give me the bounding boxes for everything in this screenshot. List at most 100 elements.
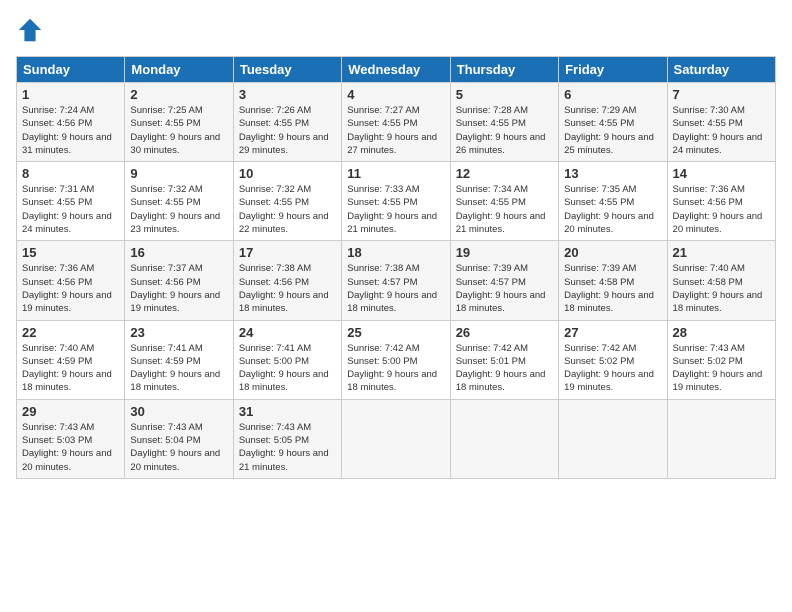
day-number: 6 bbox=[564, 87, 661, 102]
calendar-cell bbox=[667, 399, 775, 478]
calendar-cell: 16 Sunrise: 7:37 AMSunset: 4:56 PMDayligh… bbox=[125, 241, 233, 320]
header-sunday: Sunday bbox=[17, 57, 125, 83]
day-info: Sunrise: 7:28 AMSunset: 4:55 PMDaylight:… bbox=[456, 104, 553, 157]
calendar-cell: 3Sunrise: 7:26 AMSunset: 4:55 PMDaylight… bbox=[233, 83, 341, 162]
day-number: 26 bbox=[456, 325, 553, 340]
calendar-cell: 5Sunrise: 7:28 AMSunset: 4:55 PMDaylight… bbox=[450, 83, 558, 162]
day-info: Sunrise: 7:32 AMSunset: 4:55 PMDaylight:… bbox=[239, 183, 336, 236]
week-row-4: 22 Sunrise: 7:40 AMSunset: 4:59 PMDayligh… bbox=[17, 320, 776, 399]
calendar-cell: 2 Sunrise: 7:25 AMSunset: 4:55 PMDaylight… bbox=[125, 83, 233, 162]
day-info: Sunrise: 7:37 AMSunset: 4:56 PMDaylight:… bbox=[130, 262, 227, 315]
calendar-cell: 30 Sunrise: 7:43 AMSunset: 5:04 PMDayligh… bbox=[125, 399, 233, 478]
day-number: 4 bbox=[347, 87, 444, 102]
calendar-cell: 14 Sunrise: 7:36 AMSunset: 4:56 PMDayligh… bbox=[667, 162, 775, 241]
day-info: Sunrise: 7:42 AMSunset: 5:00 PMDaylight:… bbox=[347, 342, 444, 395]
week-row-5: 29 Sunrise: 7:43 AMSunset: 5:03 PMDayligh… bbox=[17, 399, 776, 478]
calendar-cell: 19Sunrise: 7:39 AMSunset: 4:57 PMDayligh… bbox=[450, 241, 558, 320]
header-tuesday: Tuesday bbox=[233, 57, 341, 83]
day-number: 17 bbox=[239, 245, 336, 260]
day-number: 9 bbox=[130, 166, 227, 181]
calendar-cell: 24 Sunrise: 7:41 AMSunset: 5:00 PMDayligh… bbox=[233, 320, 341, 399]
day-info: Sunrise: 7:43 AMSunset: 5:04 PMDaylight:… bbox=[130, 421, 227, 474]
day-number: 19 bbox=[456, 245, 553, 260]
day-number: 18 bbox=[347, 245, 444, 260]
page-header bbox=[16, 16, 776, 44]
day-info: Sunrise: 7:43 AMSunset: 5:05 PMDaylight:… bbox=[239, 421, 336, 474]
day-info: Sunrise: 7:32 AMSunset: 4:55 PMDaylight:… bbox=[130, 183, 227, 236]
calendar-cell: 25 Sunrise: 7:42 AMSunset: 5:00 PMDayligh… bbox=[342, 320, 450, 399]
day-number: 16 bbox=[130, 245, 227, 260]
day-info: Sunrise: 7:30 AMSunset: 4:55 PMDaylight:… bbox=[673, 104, 770, 157]
header-wednesday: Wednesday bbox=[342, 57, 450, 83]
week-row-2: 8Sunrise: 7:31 AMSunset: 4:55 PMDaylight… bbox=[17, 162, 776, 241]
day-info: Sunrise: 7:38 AMSunset: 4:56 PMDaylight:… bbox=[239, 262, 336, 315]
calendar-cell: 29 Sunrise: 7:43 AMSunset: 5:03 PMDayligh… bbox=[17, 399, 125, 478]
calendar-cell: 21 Sunrise: 7:40 AMSunset: 4:58 PMDayligh… bbox=[667, 241, 775, 320]
calendar-cell: 27 Sunrise: 7:42 AMSunset: 5:02 PMDayligh… bbox=[559, 320, 667, 399]
logo bbox=[16, 16, 48, 44]
day-info: Sunrise: 7:40 AMSunset: 4:59 PMDaylight:… bbox=[22, 342, 119, 395]
day-number: 13 bbox=[564, 166, 661, 181]
calendar-cell bbox=[342, 399, 450, 478]
day-number: 23 bbox=[130, 325, 227, 340]
day-number: 29 bbox=[22, 404, 119, 419]
day-number: 31 bbox=[239, 404, 336, 419]
day-number: 25 bbox=[347, 325, 444, 340]
day-info: Sunrise: 7:40 AMSunset: 4:58 PMDaylight:… bbox=[673, 262, 770, 315]
calendar-cell: 15Sunrise: 7:36 AMSunset: 4:56 PMDayligh… bbox=[17, 241, 125, 320]
calendar-cell: 12 Sunrise: 7:34 AMSunset: 4:55 PMDayligh… bbox=[450, 162, 558, 241]
day-number: 7 bbox=[673, 87, 770, 102]
calendar-cell: 18Sunrise: 7:38 AMSunset: 4:57 PMDayligh… bbox=[342, 241, 450, 320]
calendar-cell: 28 Sunrise: 7:43 AMSunset: 5:02 PMDayligh… bbox=[667, 320, 775, 399]
day-info: Sunrise: 7:39 AMSunset: 4:58 PMDaylight:… bbox=[564, 262, 661, 315]
day-number: 21 bbox=[673, 245, 770, 260]
day-info: Sunrise: 7:29 AMSunset: 4:55 PMDaylight:… bbox=[564, 104, 661, 157]
calendar-cell: 6 Sunrise: 7:29 AMSunset: 4:55 PMDaylight… bbox=[559, 83, 667, 162]
calendar-cell bbox=[559, 399, 667, 478]
calendar-cell: 23 Sunrise: 7:41 AMSunset: 4:59 PMDayligh… bbox=[125, 320, 233, 399]
day-info: Sunrise: 7:24 AMSunset: 4:56 PMDaylight:… bbox=[22, 104, 119, 157]
day-number: 10 bbox=[239, 166, 336, 181]
day-number: 8 bbox=[22, 166, 119, 181]
day-info: Sunrise: 7:42 AMSunset: 5:01 PMDaylight:… bbox=[456, 342, 553, 395]
day-info: Sunrise: 7:42 AMSunset: 5:02 PMDaylight:… bbox=[564, 342, 661, 395]
day-number: 27 bbox=[564, 325, 661, 340]
day-info: Sunrise: 7:43 AMSunset: 5:03 PMDaylight:… bbox=[22, 421, 119, 474]
week-row-1: 1 Sunrise: 7:24 AMSunset: 4:56 PMDaylight… bbox=[17, 83, 776, 162]
day-number: 14 bbox=[673, 166, 770, 181]
day-number: 30 bbox=[130, 404, 227, 419]
calendar-cell: 22 Sunrise: 7:40 AMSunset: 4:59 PMDayligh… bbox=[17, 320, 125, 399]
day-info: Sunrise: 7:26 AMSunset: 4:55 PMDaylight:… bbox=[239, 104, 336, 157]
day-number: 12 bbox=[456, 166, 553, 181]
day-info: Sunrise: 7:41 AMSunset: 5:00 PMDaylight:… bbox=[239, 342, 336, 395]
day-number: 2 bbox=[130, 87, 227, 102]
calendar-cell: 26 Sunrise: 7:42 AMSunset: 5:01 PMDayligh… bbox=[450, 320, 558, 399]
calendar-cell: 4 Sunrise: 7:27 AMSunset: 4:55 PMDaylight… bbox=[342, 83, 450, 162]
day-number: 28 bbox=[673, 325, 770, 340]
calendar-cell: 31 Sunrise: 7:43 AMSunset: 5:05 PMDayligh… bbox=[233, 399, 341, 478]
day-number: 24 bbox=[239, 325, 336, 340]
calendar-cell: 10 Sunrise: 7:32 AMSunset: 4:55 PMDayligh… bbox=[233, 162, 341, 241]
day-info: Sunrise: 7:36 AMSunset: 4:56 PMDaylight:… bbox=[673, 183, 770, 236]
logo-icon bbox=[16, 16, 44, 44]
day-number: 11 bbox=[347, 166, 444, 181]
day-number: 15 bbox=[22, 245, 119, 260]
week-row-3: 15Sunrise: 7:36 AMSunset: 4:56 PMDayligh… bbox=[17, 241, 776, 320]
day-number: 1 bbox=[22, 87, 119, 102]
calendar-cell: 11 Sunrise: 7:33 AMSunset: 4:55 PMDayligh… bbox=[342, 162, 450, 241]
day-info: Sunrise: 7:43 AMSunset: 5:02 PMDaylight:… bbox=[673, 342, 770, 395]
calendar-cell: 7 Sunrise: 7:30 AMSunset: 4:55 PMDaylight… bbox=[667, 83, 775, 162]
day-number: 22 bbox=[22, 325, 119, 340]
calendar-cell: 13 Sunrise: 7:35 AMSunset: 4:55 PMDayligh… bbox=[559, 162, 667, 241]
day-info: Sunrise: 7:35 AMSunset: 4:55 PMDaylight:… bbox=[564, 183, 661, 236]
calendar-cell: 20Sunrise: 7:39 AMSunset: 4:58 PMDayligh… bbox=[559, 241, 667, 320]
day-info: Sunrise: 7:27 AMSunset: 4:55 PMDaylight:… bbox=[347, 104, 444, 157]
calendar-cell: 1 Sunrise: 7:24 AMSunset: 4:56 PMDaylight… bbox=[17, 83, 125, 162]
day-info: Sunrise: 7:33 AMSunset: 4:55 PMDaylight:… bbox=[347, 183, 444, 236]
day-info: Sunrise: 7:25 AMSunset: 4:55 PMDaylight:… bbox=[130, 104, 227, 157]
day-info: Sunrise: 7:41 AMSunset: 4:59 PMDaylight:… bbox=[130, 342, 227, 395]
day-info: Sunrise: 7:34 AMSunset: 4:55 PMDaylight:… bbox=[456, 183, 553, 236]
calendar-cell: 9 Sunrise: 7:32 AMSunset: 4:55 PMDaylight… bbox=[125, 162, 233, 241]
weekday-header-row: SundayMondayTuesdayWednesdayThursdayFrid… bbox=[17, 57, 776, 83]
calendar-cell: 8Sunrise: 7:31 AMSunset: 4:55 PMDaylight… bbox=[17, 162, 125, 241]
